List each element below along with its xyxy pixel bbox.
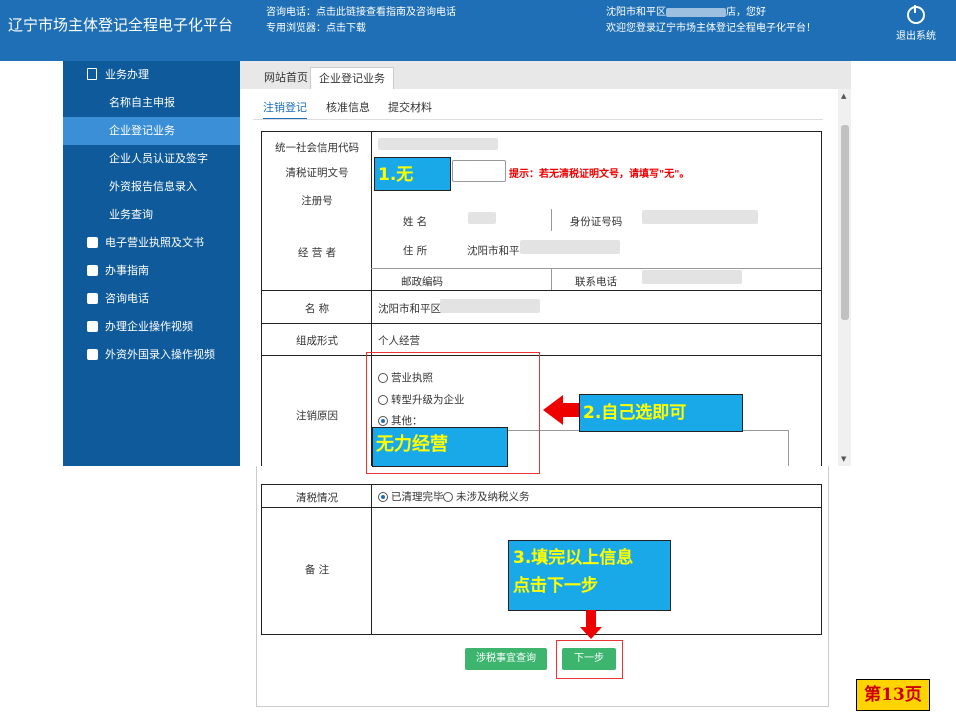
- arrow-left-head-icon: [543, 395, 563, 425]
- sidebar-item-business-query[interactable]: 业务查询: [63, 201, 240, 229]
- arrow-down-icon: [586, 610, 596, 628]
- tax-option-label: 未涉及纳税义务: [456, 491, 530, 503]
- clearance-hint: 提示：若无清税证明文号，请填写"无"。: [509, 169, 690, 180]
- sidebar-item-label: 外资报告信息录入: [109, 180, 197, 193]
- site-title: 辽宁市场主体登记全程电子化平台: [8, 16, 234, 34]
- sidebar-item-label: 办事指南: [105, 264, 149, 277]
- sidebar-item-guide[interactable]: 办事指南: [63, 257, 240, 285]
- sidebar-item-label: 电子营业执照及文书: [105, 236, 204, 249]
- operator-label: 经 营 者: [297, 247, 337, 259]
- sidebar-item-hotline[interactable]: 咨询电话: [63, 285, 240, 313]
- browser-download-link[interactable]: 专用浏览器：点击下载: [266, 21, 456, 37]
- check-icon: [87, 321, 98, 332]
- clearance-no-label: 清税证明文号: [285, 167, 349, 179]
- tab-divider: [253, 119, 823, 120]
- tax-query-button[interactable]: 涉税事宜查询: [465, 648, 547, 670]
- sidebar-item-label: 业务查询: [109, 208, 153, 221]
- credit-code-label: 统一社会信用代码: [275, 142, 359, 154]
- redacted-name: [666, 7, 726, 17]
- arrow-down-head-icon: [580, 627, 602, 639]
- credit-code-value: [378, 138, 498, 150]
- remark-label: 备 注: [304, 564, 330, 576]
- tax-option-label: 已清理完毕: [391, 491, 444, 503]
- org-form-label: 组成形式: [296, 335, 338, 347]
- scroll-down-icon[interactable]: ▼: [841, 455, 846, 463]
- logout-button[interactable]: 退出系统: [893, 5, 939, 42]
- sidebar-item-personnel-auth[interactable]: 企业人员认证及签字: [63, 145, 240, 173]
- welcome-line-1-tail: 店，您好: [726, 7, 766, 18]
- logout-label: 退出系统: [896, 31, 936, 42]
- shop-name-redacted: [440, 299, 540, 313]
- name-label: 姓 名: [402, 216, 428, 228]
- tax-status-label: 清税情况: [296, 492, 338, 504]
- welcome-line-2: 欢迎您登录辽宁市场主体登记全程电子化平台！: [606, 23, 816, 34]
- phone-label: 联系电话: [575, 276, 617, 288]
- id-value: [642, 210, 758, 224]
- printer-icon: [87, 237, 98, 248]
- sidebar-item-e-license[interactable]: 电子营业执照及文书: [63, 229, 240, 257]
- reason-callout: 无力经营: [372, 427, 508, 467]
- clearance-no-input[interactable]: [452, 160, 506, 182]
- sidebar-item-label: 咨询电话: [105, 292, 149, 305]
- phone-value: [642, 270, 742, 284]
- sidebar-item-foreign-video[interactable]: 外资外国录入操作视频: [63, 341, 240, 369]
- tab-submit-materials[interactable]: 提交材料: [388, 98, 432, 118]
- welcome-line-1: 沈阳市和平区: [606, 7, 666, 18]
- reason-label: 注销原因: [296, 410, 338, 422]
- sidebar-item-business[interactable]: 业务办理: [63, 61, 240, 89]
- step3-line-1: 3.填完以上信息: [513, 548, 634, 568]
- hotline-link[interactable]: 咨询电话：点击此链接查看指南及咨询电话: [266, 5, 456, 21]
- radio-checked-icon: [378, 492, 388, 502]
- org-form-value: 个人经营: [378, 335, 420, 347]
- check-icon: [87, 349, 98, 360]
- reg-no-label: 注册号: [301, 195, 333, 207]
- tax-option-cleared[interactable]: 已清理完毕: [378, 489, 444, 504]
- address-label: 住 所: [402, 245, 428, 257]
- hotline-info[interactable]: 咨询电话：点击此链接查看指南及咨询电话 专用浏览器：点击下载: [266, 5, 456, 37]
- address-value: 沈阳市和平: [467, 245, 520, 257]
- postal-label: 邮政编码: [401, 276, 443, 288]
- name-value: [468, 212, 496, 224]
- tab-home[interactable]: 网站首页: [256, 67, 316, 89]
- tax-option-none[interactable]: 未涉及纳税义务: [443, 489, 530, 504]
- sidebar-item-label: 办理企业操作视频: [105, 320, 193, 333]
- page-number-badge: 第13页: [856, 679, 930, 711]
- tab-approved-info[interactable]: 核准信息: [326, 98, 370, 118]
- radio-icon: [443, 492, 453, 502]
- sidebar-item-label: 企业人员认证及签字: [109, 152, 208, 165]
- welcome-message: 沈阳市和平区 店，您好 欢迎您登录辽宁市场主体登记全程电子化平台！: [606, 5, 816, 37]
- shop-name-value: 沈阳市和平区: [378, 303, 441, 315]
- top-header: 辽宁市场主体登记全程电子化平台 咨询电话：点击此链接查看指南及咨询电话 专用浏览…: [0, 0, 956, 61]
- chat-icon: [87, 293, 98, 304]
- sidebar-item-enterprise-video[interactable]: 办理企业操作视频: [63, 313, 240, 341]
- next-highlight-frame: [556, 640, 623, 679]
- edit-doc-icon: [87, 68, 97, 80]
- tab-cancellation[interactable]: 注销登记: [263, 98, 307, 120]
- sidebar-item-enterprise-registration[interactable]: 企业登记业务: [63, 117, 240, 145]
- sidebar-item-label: 业务办理: [105, 68, 149, 81]
- sidebar: 业务办理 名称自主申报 企业登记业务 企业人员认证及签字 外资报告信息录入 业务…: [63, 61, 240, 466]
- sidebar-item-label: 名称自主申报: [109, 96, 175, 109]
- step3-callout: 3.填完以上信息 点击下一步: [508, 540, 671, 611]
- scroll-up-icon[interactable]: ▲: [841, 92, 846, 100]
- sidebar-item-name-declare[interactable]: 名称自主申报: [63, 89, 240, 117]
- step1-callout: 1.无: [374, 157, 451, 191]
- sidebar-item-label: 外资外国录入操作视频: [105, 348, 215, 361]
- tab-enterprise-registration[interactable]: 企业登记业务: [310, 67, 394, 90]
- step3-line-2: 点击下一步: [513, 576, 598, 596]
- sidebar-item-foreign-report[interactable]: 外资报告信息录入: [63, 173, 240, 201]
- id-label: 身份证号码: [569, 216, 623, 228]
- sidebar-item-label: 企业登记业务: [109, 124, 175, 137]
- address-redacted: [520, 240, 620, 254]
- shop-name-label: 名 称: [304, 303, 330, 315]
- chat-icon: [87, 265, 98, 276]
- scroll-thumb[interactable]: [841, 125, 849, 320]
- step2-callout: 2.自己选即可: [579, 394, 743, 432]
- power-icon: [907, 5, 925, 24]
